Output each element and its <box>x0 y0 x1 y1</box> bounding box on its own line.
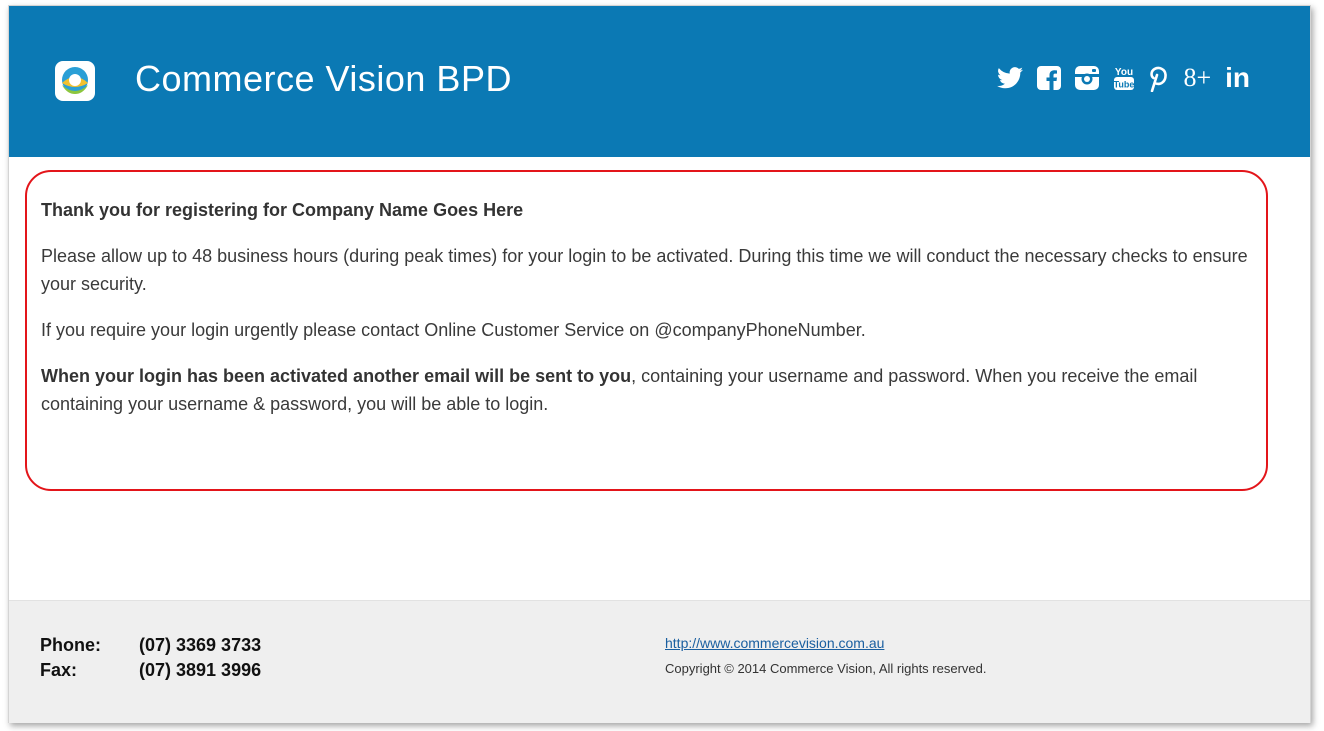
social-links: You Tube 8+ in <box>997 58 1250 98</box>
contact-info: Phone: (07) 3369 3733 Fax: (07) 3891 399… <box>40 633 261 683</box>
copyright-text: Copyright © 2014 Commerce Vision, All ri… <box>665 661 987 676</box>
twitter-icon[interactable] <box>997 60 1024 96</box>
activation-notice: When your login has been activated anoth… <box>41 366 632 386</box>
pinterest-icon[interactable] <box>1149 60 1169 96</box>
fax-number: (07) 3891 3996 <box>139 660 262 680</box>
svg-text:You: You <box>1115 67 1133 78</box>
phone-number: (07) 3369 3733 <box>139 635 262 655</box>
message-paragraph-1: Please allow up to 48 business hours (du… <box>41 246 1248 294</box>
email-footer: Phone: (07) 3369 3733 Fax: (07) 3891 399… <box>9 600 1310 723</box>
logo-icon <box>55 61 95 101</box>
email-body: Thank you for registering for Company Na… <box>41 196 1281 436</box>
footer-links: http://www.commercevision.com.au Copyrig… <box>665 635 986 676</box>
linkedin-icon[interactable]: in <box>1225 60 1250 96</box>
instagram-icon[interactable] <box>1075 60 1100 96</box>
message-paragraph-3: When your login has been activated anoth… <box>41 362 1281 418</box>
message-title: Thank you for registering for Company Na… <box>41 200 524 220</box>
brand-title: Commerce Vision BPD <box>135 58 512 99</box>
email-header: Commerce Vision BPD You Tube 8+ in <box>9 6 1310 157</box>
website-link[interactable]: http://www.commercevision.com.au <box>665 635 884 651</box>
facebook-icon[interactable] <box>1037 60 1062 96</box>
phone-label: Phone: <box>40 635 101 655</box>
svg-text:Tube: Tube <box>1114 80 1135 90</box>
fax-label: Fax: <box>40 660 78 680</box>
youtube-icon[interactable]: You Tube <box>1113 60 1135 96</box>
message-paragraph-2: If you require your login urgently pleas… <box>41 320 866 340</box>
google-plus-icon[interactable]: 8+ <box>1183 60 1211 96</box>
email-preview: Commerce Vision BPD You Tube 8+ in Thank… <box>8 5 1311 723</box>
